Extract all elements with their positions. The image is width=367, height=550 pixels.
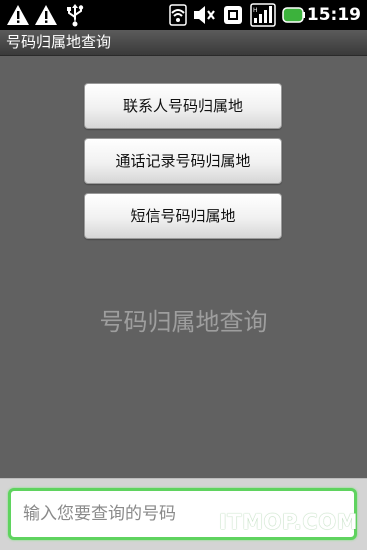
wifi-icon [169, 4, 187, 26]
mute-icon [194, 6, 215, 24]
warning-icon [7, 5, 29, 25]
title-bar: 号码归属地查询 [0, 30, 367, 56]
status-bar: H 15:19 [0, 0, 367, 30]
sim-icon [224, 6, 242, 24]
phone-number-input[interactable] [8, 488, 357, 540]
bottom-input-bar: ITMOP.COM [0, 478, 367, 550]
usb-icon [67, 4, 84, 27]
signal-icon: H [250, 3, 276, 27]
phone-screen: H 15:19 号码归属地查询 联系人号码归属地 通话记录号码归属地 短信号码归… [0, 0, 367, 550]
battery-icon [282, 7, 305, 23]
center-title: 号码归属地查询 [99, 308, 268, 336]
sms-location-button[interactable]: 短信号码归属地 [84, 193, 282, 239]
svg-text:H: H [253, 7, 258, 14]
warning-icon [35, 5, 57, 25]
call-log-location-button[interactable]: 通话记录号码归属地 [84, 138, 282, 184]
contacts-location-button[interactable]: 联系人号码归属地 [84, 83, 282, 129]
app-title: 号码归属地查询 [6, 33, 112, 51]
status-time: 15:19 [306, 5, 361, 25]
